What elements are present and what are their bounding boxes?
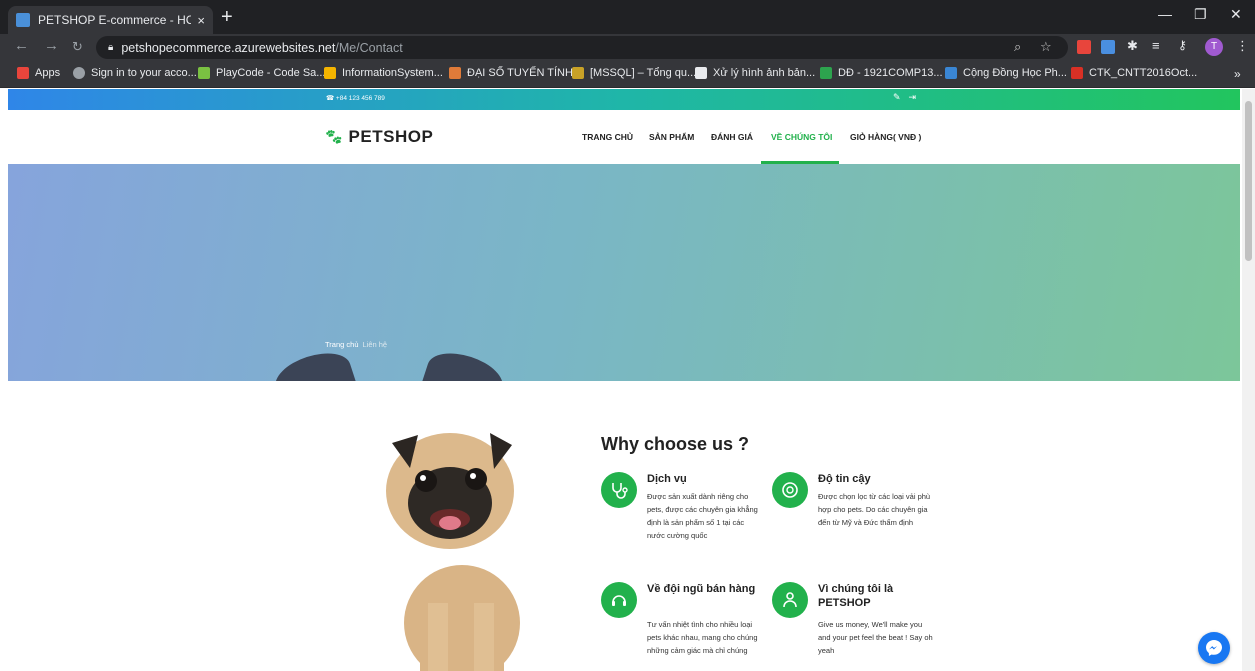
medal-icon <box>772 472 808 508</box>
apps-grid-icon <box>17 67 29 79</box>
feature-title: Vì chúng tôi là PETSHOP <box>818 583 894 609</box>
feature-reliability: Độ tin cậy Được chọn lọc từ các loại vải… <box>772 472 930 552</box>
feature-title: Dịch vụ <box>647 473 687 485</box>
pdf-icon <box>1071 67 1083 79</box>
support-icon <box>601 582 637 618</box>
page-favicon-icon <box>16 13 30 27</box>
feature-title: Độ tin cậy <box>818 473 871 485</box>
reading-list-icon[interactable]: ≡ <box>1152 38 1160 53</box>
logout-icon[interactable]: ⇥ <box>909 92 925 102</box>
tab-title: PETSHOP E-commerce - HCMUE <box>38 13 192 27</box>
feature-petshop: Vì chúng tôi là PETSHOP Give us money, W… <box>772 582 933 671</box>
translate-extension-icon[interactable] <box>1101 40 1115 54</box>
bookmark-cong-dong[interactable]: Cộng Đồng Học Ph... <box>945 67 1067 79</box>
y-icon <box>695 67 707 79</box>
feature-title: Về đội ngũ bán hàng <box>647 583 756 595</box>
bookmarks-bar: Apps Sign in to your acco... PlayCode - … <box>0 61 1255 88</box>
breadcrumb-home[interactable]: Trang chủ <box>325 340 359 349</box>
book-icon <box>449 67 461 79</box>
globe-icon <box>73 67 85 79</box>
more-bookmarks-icon[interactable]: » <box>1234 67 1241 81</box>
feature-service: Dịch vụ Được sản xuất dành riêng cho pet… <box>601 472 758 572</box>
bookmark-xu-ly-anh[interactable]: Xử lý hình ảnh bản... <box>695 67 815 79</box>
bookmark-mssql[interactable]: [MSSQL] – Tổng qu... <box>572 67 696 79</box>
nav-reviews[interactable]: ĐÁNH GIÁ <box>711 132 753 142</box>
key-icon[interactable]: ⚷ <box>1178 38 1187 52</box>
messenger-chat-button[interactable] <box>1198 632 1230 664</box>
lock-icon: 🔒︎ <box>108 42 114 53</box>
pug-dog-image <box>386 433 520 671</box>
why-choose-us-heading: Why choose us ? <box>601 434 750 454</box>
bookmark-sign-in[interactable]: Sign in to your acco... <box>73 67 197 79</box>
browser-tab-bar: PETSHOP E-commerce - HCMUE × + — ❐ ✕ <box>0 0 1255 34</box>
window-close-icon[interactable]: ✕ <box>1230 6 1242 23</box>
site-header: 🐾︎ PETSHOP TRANG CHỦ SẢN PHẨM ĐÁNH GIÁ V… <box>8 110 1240 164</box>
scrollbar-thumb[interactable] <box>1245 101 1252 261</box>
bookmark-apps[interactable]: Apps <box>17 67 60 79</box>
bookmark-dai-so[interactable]: ĐẠI SỐ TUYẾN TÍNH <box>449 67 573 79</box>
feature-description: Tư vấn nhiệt tình cho nhiều loại pets kh… <box>647 620 758 655</box>
more-menu-icon[interactable]: ⋮ <box>1236 38 1249 54</box>
extensions-puzzle-icon[interactable]: ✱ <box>1127 38 1138 54</box>
back-icon[interactable]: ← <box>14 37 29 54</box>
stethoscope-icon <box>601 472 637 508</box>
breadcrumb: Trang chủ Liên hệ <box>325 340 387 349</box>
breadcrumb-current: Liên hệ <box>362 340 388 349</box>
search-icon[interactable]: ⌕ <box>1014 39 1021 55</box>
site-logo[interactable]: 🐾︎ PETSHOP <box>324 127 433 147</box>
maximize-icon[interactable]: ❐ <box>1194 6 1207 23</box>
profile-avatar[interactable]: T <box>1205 38 1223 56</box>
nav-about-us[interactable]: VỀ CHÚNG TÔI <box>771 132 832 142</box>
bookmark-star-icon[interactable]: ☆ <box>1040 39 1052 55</box>
feature-description: Được chọn lọc từ các loại vải phù hợp ch… <box>818 492 931 527</box>
nav-home[interactable]: TRANG CHỦ <box>582 132 633 142</box>
address-bar[interactable]: 🔒︎ petshopecommerce.azurewebsites.net/Me… <box>96 36 1068 59</box>
phone-number: ☎ +84 123 456 789 <box>326 95 385 102</box>
drive-icon <box>324 67 336 79</box>
feature-sales-team: Về đội ngũ bán hàng Tư vấn nhiệt tình ch… <box>601 582 758 671</box>
bookmark-ctk[interactable]: CTK_CNTT2016Oct... <box>1071 67 1197 79</box>
nav-products[interactable]: SẢN PHẨM <box>649 132 694 142</box>
feature-description: Give us money, We'll make you and your p… <box>818 620 933 655</box>
extension-icon[interactable] <box>1077 40 1091 54</box>
minimize-icon[interactable]: — <box>1158 6 1172 22</box>
person-icon <box>772 582 808 618</box>
url-host: petshopecommerce.azurewebsites.net <box>121 40 336 55</box>
mssql-icon <box>572 67 584 79</box>
plus-icon <box>820 67 832 79</box>
browser-tab[interactable]: PETSHOP E-commerce - HCMUE × <box>8 6 213 34</box>
playcode-icon <box>198 67 210 79</box>
pet-ear-left <box>269 344 357 381</box>
forward-icon[interactable]: → <box>44 37 59 54</box>
tab-close-icon[interactable]: × <box>197 13 205 28</box>
community-icon <box>945 67 957 79</box>
nav-cart[interactable]: GIỎ HÀNG( VNĐ ) <box>850 132 921 142</box>
hero-banner: Trang chủ Liên hệ <box>8 164 1240 381</box>
feature-description: Được sản xuất dành riêng cho pets, được … <box>647 492 758 540</box>
browser-toolbar: ← → ↻ 🔒︎ petshopecommerce.azurewebsites.… <box>0 34 1255 61</box>
reload-icon[interactable]: ↻ <box>72 39 83 55</box>
edit-icon[interactable]: ✎ <box>893 92 909 102</box>
new-tab-button[interactable]: + <box>221 6 233 28</box>
url-path: /Me/Contact <box>335 40 403 55</box>
pet-ear-right <box>421 344 509 381</box>
bookmark-infosystem[interactable]: InformationSystem... <box>324 67 443 79</box>
bookmark-dd[interactable]: DĐ - 1921COMP13... <box>820 67 943 79</box>
page-scrollbar[interactable] <box>1242 89 1255 671</box>
paw-icon: 🐾︎ <box>324 129 344 146</box>
messenger-icon <box>1206 640 1222 656</box>
bookmark-playcode[interactable]: PlayCode - Code Sa... <box>198 67 325 79</box>
top-contact-strip: ☎ +84 123 456 789 ✎⇥ <box>8 89 1240 110</box>
